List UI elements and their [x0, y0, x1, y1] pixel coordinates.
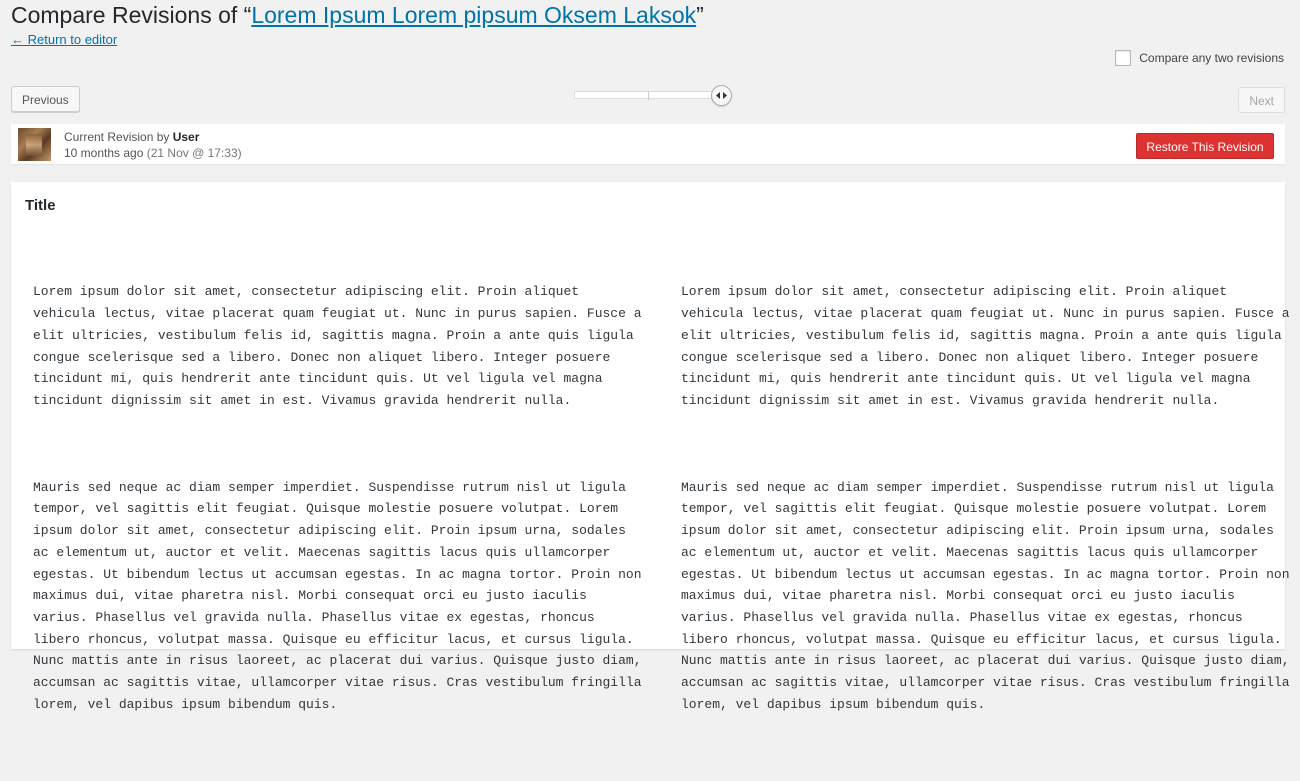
compare-any-two-toggle[interactable]: Compare any two revisions: [1115, 50, 1284, 66]
return-to-editor-link[interactable]: ← Return to editor: [11, 32, 117, 48]
diff-right-paragraph-1: Lorem ipsum dolor sit amet, consectetur …: [681, 284, 1290, 408]
revision-date: (21 Nov @ 17:33): [146, 146, 242, 160]
user-avatar: [18, 128, 51, 161]
page-title-suffix: ”: [696, 2, 704, 28]
page-title-prefix: Compare Revisions of “: [11, 2, 252, 28]
next-button[interactable]: Next: [1238, 87, 1285, 113]
revision-meta-bar: Current Revision by User 10 months ago (…: [11, 124, 1285, 164]
revision-slider-track[interactable]: [574, 91, 724, 99]
diff-left-paragraph-1: Lorem ipsum dolor sit amet, consectetur …: [33, 284, 642, 408]
revision-slider-tick: [648, 91, 649, 100]
left-right-arrows-icon: [716, 92, 727, 99]
diff-left-column: Lorem ipsum dolor sit amet, consectetur …: [33, 238, 642, 781]
page-title: Compare Revisions of “Lorem Ipsum Lorem …: [11, 1, 704, 29]
compare-any-label: Compare any two revisions: [1139, 51, 1284, 65]
revision-author-prefix: Current Revision by: [64, 130, 173, 144]
restore-revision-button[interactable]: Restore This Revision: [1136, 133, 1274, 159]
post-title-link[interactable]: Lorem Ipsum Lorem pipsum Oksem Laksok: [251, 2, 696, 28]
diff-left-paragraph-2: Mauris sed neque ac diam semper imperdie…: [33, 479, 642, 712]
revision-slider-handle[interactable]: [711, 85, 732, 106]
compare-any-checkbox[interactable]: [1115, 50, 1132, 66]
diff-right-paragraph-2: Mauris sed neque ac diam semper imperdie…: [681, 479, 1290, 712]
revision-author-line: Current Revision by User: [64, 130, 199, 145]
previous-button[interactable]: Previous: [11, 86, 80, 112]
revision-author: User: [172, 130, 200, 144]
revision-date-line: 10 months ago (21 Nov @ 17:33): [64, 146, 242, 161]
revision-relative-time: 10 months ago: [64, 146, 144, 160]
diff-panel: Title Lorem ipsum dolor sit amet, consec…: [11, 182, 1290, 712]
diff-right-column: Lorem ipsum dolor sit amet, consectetur …: [681, 238, 1290, 781]
diff-title: Title: [25, 197, 56, 214]
